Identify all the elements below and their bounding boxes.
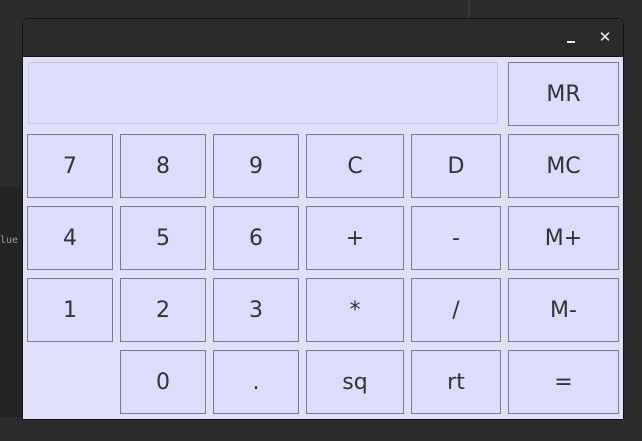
minimize-icon [567, 41, 575, 43]
background-panel [0, 187, 22, 417]
key-multiply[interactable]: * [306, 278, 404, 342]
key-1[interactable]: 1 [27, 278, 113, 342]
key-9[interactable]: 9 [213, 134, 299, 198]
key-clear[interactable]: C [306, 134, 404, 198]
key-equals[interactable]: = [508, 350, 619, 414]
key-delete[interactable]: D [411, 134, 501, 198]
calculator-display [28, 62, 498, 124]
key-minus[interactable]: - [411, 206, 501, 270]
key-m-minus[interactable]: M- [508, 278, 619, 342]
key-m-plus[interactable]: M+ [508, 206, 619, 270]
background-divider [468, 0, 470, 18]
key-square[interactable]: sq [306, 350, 404, 414]
titlebar: ✕ [23, 19, 623, 57]
key-mc[interactable]: MC [508, 134, 619, 198]
key-0[interactable]: 0 [120, 350, 206, 414]
key-5[interactable]: 5 [120, 206, 206, 270]
key-2[interactable]: 2 [120, 278, 206, 342]
key-mr[interactable]: MR [508, 62, 619, 126]
key-7[interactable]: 7 [27, 134, 113, 198]
key-decimal[interactable]: . [213, 350, 299, 414]
minimize-button[interactable] [561, 27, 581, 47]
key-plus[interactable]: + [306, 206, 404, 270]
key-6[interactable]: 6 [213, 206, 299, 270]
key-8[interactable]: 8 [120, 134, 206, 198]
close-icon: ✕ [598, 28, 612, 46]
key-divide[interactable]: / [411, 278, 501, 342]
key-3[interactable]: 3 [213, 278, 299, 342]
background-text: lue [0, 235, 19, 246]
close-button[interactable]: ✕ [595, 27, 615, 47]
calculator-window: ✕ MR 7 8 9 C D MC 4 5 6 + - M+ 1 2 3 * /… [22, 18, 624, 420]
key-root[interactable]: rt [411, 350, 501, 414]
key-4[interactable]: 4 [27, 206, 113, 270]
